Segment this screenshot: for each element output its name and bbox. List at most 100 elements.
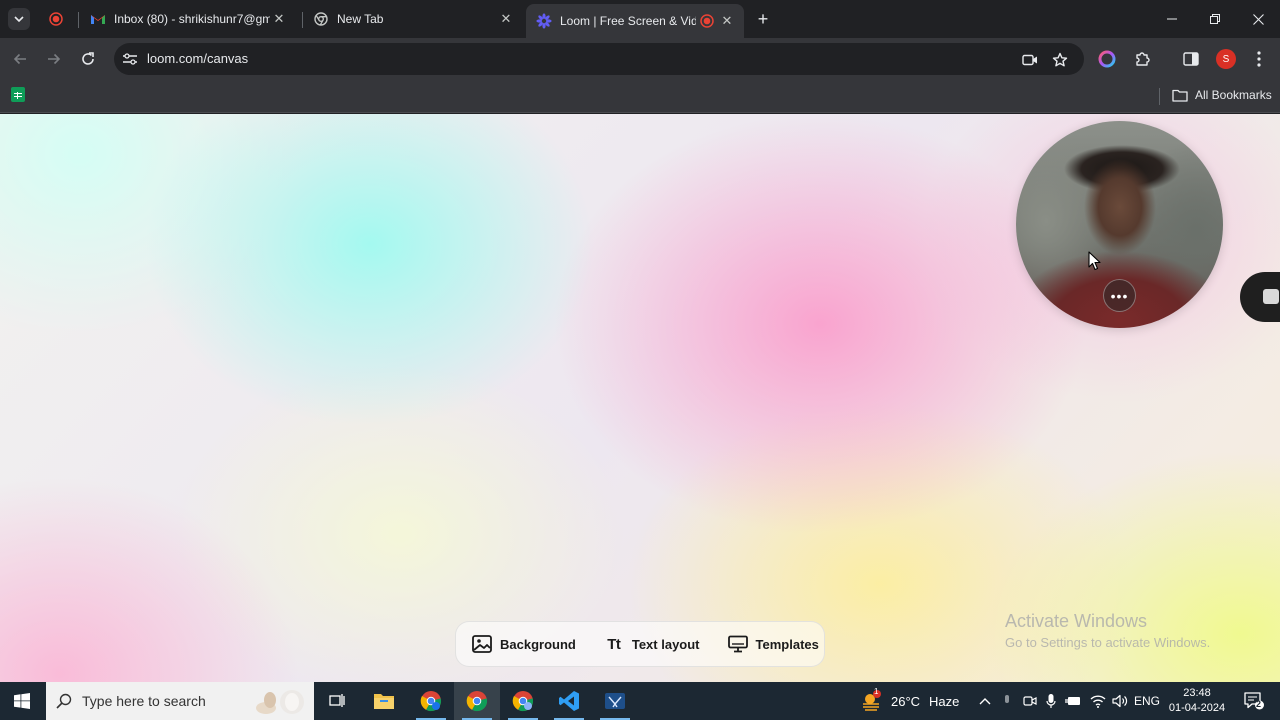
show-hidden-icons-button[interactable] (974, 682, 996, 720)
color-extension-icon[interactable] (1097, 49, 1117, 69)
vscode-icon (559, 691, 579, 711)
tab-title: New Tab (337, 12, 384, 26)
search-placeholder: Type here to search (82, 693, 206, 709)
close-tab-icon[interactable]: ✕ (497, 10, 515, 28)
tab-recording[interactable] (38, 4, 74, 34)
task-view-button[interactable] (314, 682, 360, 720)
loom-canvas[interactable]: ••• Activate Windows Go to Settings to a… (0, 114, 1280, 682)
notification-count: 2 (1256, 699, 1262, 709)
chrome-icon (313, 11, 329, 27)
text-layout-button[interactable]: Tt Text layout (604, 634, 700, 654)
new-tab-button[interactable]: + (752, 8, 774, 30)
minimize-button[interactable] (1150, 0, 1194, 38)
chevron-down-icon (14, 16, 24, 23)
chevron-up-icon (979, 698, 991, 705)
canvas-toolbar: Background Tt Text layout Templates (455, 621, 825, 667)
templates-label: Templates (755, 636, 819, 652)
back-button[interactable] (8, 47, 32, 71)
mouse-cursor-icon (1088, 251, 1101, 271)
monitor-icon (727, 634, 748, 654)
activate-windows-watermark: Activate Windows Go to Settings to activ… (1005, 611, 1210, 650)
taskbar-snipping-tool[interactable] (592, 682, 638, 720)
reload-icon (82, 52, 94, 65)
folder-icon (374, 694, 394, 709)
arrow-right-icon (48, 53, 61, 65)
bookmarks-bar: All Bookmarks (0, 80, 1280, 113)
search-highlight-illustration-icon (256, 690, 304, 714)
more-menu-icon[interactable] (1249, 49, 1269, 69)
text-layout-icon: Tt (607, 635, 621, 653)
close-tab-icon[interactable]: ✕ (718, 12, 736, 30)
all-bookmarks-button[interactable]: All Bookmarks (1172, 87, 1272, 103)
taskbar-chrome-profile-1[interactable] (408, 682, 454, 720)
watermark-title: Activate Windows (1005, 611, 1148, 631)
weather-haze-icon (860, 690, 882, 712)
url-text: loom.com/canvas (147, 51, 249, 66)
address-bar[interactable]: loom.com/canvas (114, 43, 1084, 75)
gmail-icon (90, 11, 106, 27)
extensions-icon[interactable] (1132, 49, 1152, 69)
all-bookmarks-label: All Bookmarks (1195, 88, 1272, 102)
site-settings-icon[interactable] (122, 51, 138, 67)
microphone-in-use-tray[interactable] (998, 682, 1016, 720)
close-tab-icon[interactable]: ✕ (270, 10, 288, 28)
meet-now-tray[interactable] (1020, 682, 1040, 720)
microphone-tray[interactable] (1042, 682, 1060, 720)
task-view-icon (329, 694, 345, 707)
windows-taskbar: Type here to search 1 26°C Haze ENG 23:4… (0, 682, 1280, 720)
watermark-subtitle: Go to Settings to activate Windows. (1005, 635, 1211, 650)
reload-button[interactable] (76, 47, 100, 71)
speaker-icon (1112, 694, 1128, 708)
tab-title: Loom | Free Screen & Video Recording (560, 14, 696, 28)
templates-button[interactable]: Templates (727, 634, 819, 654)
side-panel-icon[interactable] (1181, 49, 1201, 69)
text-layout-label: Text layout (631, 636, 700, 652)
camera-in-use-icon[interactable] (1021, 51, 1039, 69)
bookmark-star-icon[interactable] (1051, 51, 1069, 69)
recording-control-panel[interactable] (1240, 272, 1280, 322)
tab-strip: Inbox (80) - shrikishunr7@gmail.com ✕ Ne… (0, 0, 1280, 38)
start-button[interactable] (0, 682, 44, 720)
network-tray[interactable] (1087, 682, 1109, 720)
record-icon (48, 11, 64, 27)
notification-center-button[interactable]: 2 (1238, 682, 1270, 720)
stop-icon[interactable] (1263, 289, 1279, 304)
search-icon (56, 692, 74, 710)
tab-loom[interactable]: Loom | Free Screen & Video Recording ✕ (526, 4, 744, 38)
microphone-icon (1046, 694, 1056, 708)
close-icon (1252, 13, 1264, 25)
webcam-more-button[interactable]: ••• (1103, 279, 1136, 312)
system-clock[interactable]: 23:48 01-04-2024 (1162, 686, 1232, 716)
bookmarks-separator (1159, 88, 1160, 105)
wifi-icon (1090, 695, 1106, 708)
loom-icon (536, 13, 552, 29)
weather-temp: 26°C (891, 693, 921, 709)
profile-avatar[interactable]: S (1216, 49, 1236, 69)
battery-plug-icon (1065, 697, 1080, 705)
background-label: Background (500, 636, 576, 652)
google-sheets-icon[interactable] (11, 87, 25, 102)
tab-search-button[interactable] (8, 8, 30, 30)
tab-gmail[interactable]: Inbox (80) - shrikishunr7@gmail.com ✕ (80, 4, 296, 34)
volume-tray[interactable] (1109, 682, 1131, 720)
forward-button[interactable] (42, 47, 66, 71)
record-icon (700, 13, 714, 29)
battery-tray[interactable] (1063, 682, 1083, 720)
input-language[interactable]: ENG (1133, 682, 1161, 720)
restore-button[interactable] (1193, 0, 1237, 38)
camera-tray-icon (1023, 696, 1037, 706)
minimize-icon (1167, 18, 1177, 20)
background-button[interactable]: Background (472, 634, 576, 654)
taskbar-chrome-profile-3[interactable] (500, 682, 546, 720)
taskbar-search-box[interactable]: Type here to search (46, 682, 314, 720)
clock-date: 01-04-2024 (1168, 702, 1226, 714)
taskbar-vscode[interactable] (546, 682, 592, 720)
image-icon (472, 634, 492, 654)
tab-new-tab[interactable]: New Tab ✕ (303, 4, 523, 34)
taskbar-file-explorer[interactable] (361, 682, 407, 720)
weather-widget[interactable]: 1 26°C Haze (860, 682, 959, 720)
weather-badge: 1 (874, 687, 879, 696)
taskbar-chrome-profile-2[interactable] (454, 682, 500, 720)
close-window-button[interactable] (1236, 0, 1280, 38)
tab-title: Inbox (80) - shrikishunr7@gmail.com (114, 12, 270, 26)
